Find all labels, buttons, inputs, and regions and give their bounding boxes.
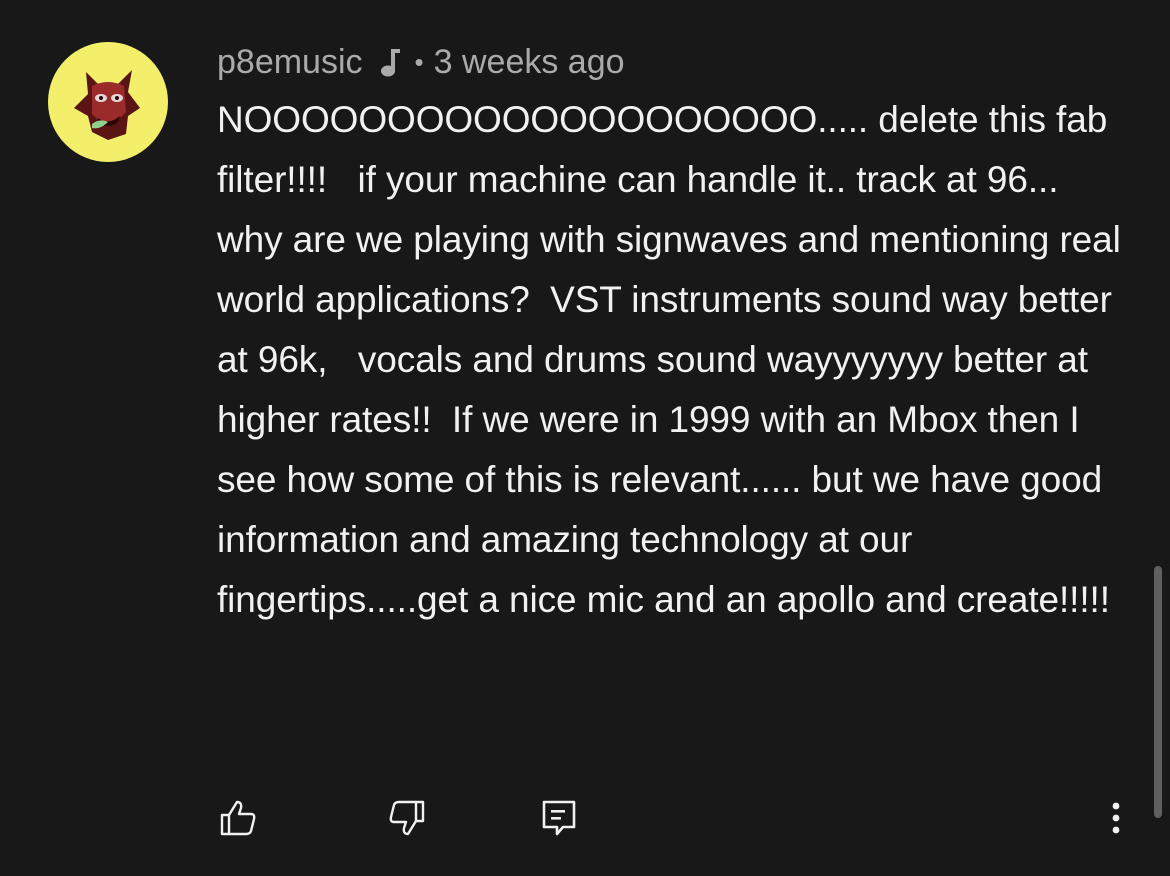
- avatar[interactable]: [48, 42, 168, 162]
- more-options-button[interactable]: [1094, 796, 1138, 840]
- like-button[interactable]: [216, 796, 260, 840]
- separator-dot: •: [414, 46, 424, 77]
- more-vertical-icon: [1112, 802, 1120, 834]
- reply-icon: [542, 800, 576, 836]
- scrollbar-thumb[interactable]: [1154, 566, 1162, 818]
- author-name[interactable]: p8emusic: [217, 43, 363, 82]
- thumbs-down-icon: [389, 800, 425, 836]
- avatar-image: [74, 70, 140, 140]
- comment-time[interactable]: 3 weeks ago: [434, 43, 625, 82]
- reply-button[interactable]: [537, 796, 581, 840]
- thumbs-up-icon: [220, 800, 256, 836]
- dislike-button[interactable]: [385, 796, 429, 840]
- music-note-icon: [377, 45, 403, 79]
- comment-text: NOOOOOOOOOOOOOOOOOOOO..... delete this f…: [217, 99, 1131, 620]
- comment-header: p8emusic • 3 weeks ago: [217, 40, 625, 84]
- comment-thread: p8emusic • 3 weeks ago NOOOOOOOOOOOOOOOO…: [0, 0, 1170, 876]
